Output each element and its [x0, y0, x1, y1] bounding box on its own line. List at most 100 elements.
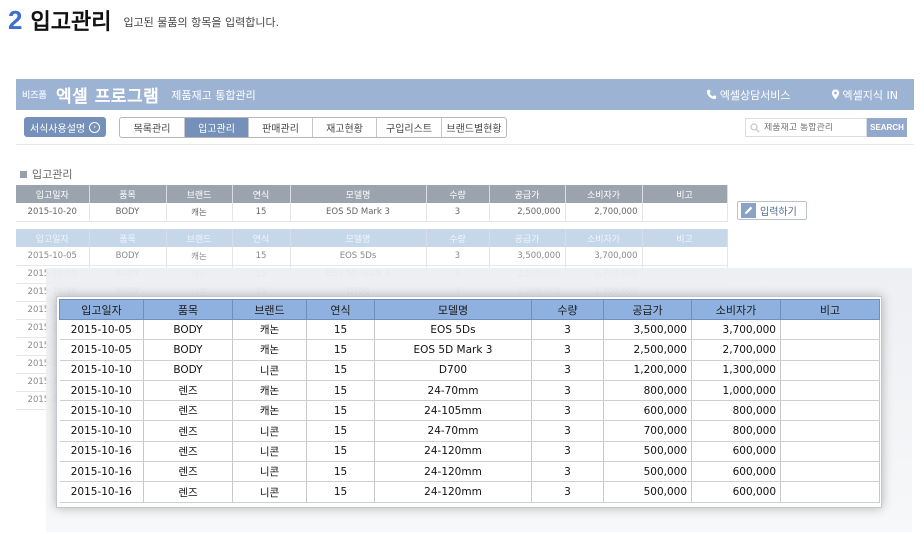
list-cell[interactable]: 3,700,000 [565, 247, 643, 266]
table-row[interactable]: 2015-10-16렌즈니콘1524-120mm3500,000600,000 [59, 461, 880, 483]
zoomed-cell[interactable] [780, 319, 880, 341]
input-form-col-header[interactable]: 브랜드 [166, 185, 233, 203]
tab-purchase-list[interactable]: 구입리스트 [377, 118, 442, 137]
zoomed-cell[interactable]: 니콘 [232, 420, 307, 442]
zoomed-cell[interactable]: 15 [306, 380, 375, 402]
zoomed-cell[interactable]: 800,000 [691, 420, 781, 442]
table-row[interactable]: 2015-10-16렌즈니콘1524-120mm3500,000600,000 [59, 481, 880, 503]
zoomed-col-header[interactable]: 입고일자 [59, 299, 144, 320]
zoomed-cell[interactable]: 600,000 [691, 481, 781, 503]
input-form-col-header[interactable]: 수량 [426, 185, 490, 203]
zoomed-cell[interactable]: BODY [143, 319, 233, 341]
zoomed-col-header[interactable]: 비고 [780, 299, 880, 320]
tab-brand-status[interactable]: 브랜드별현황 [442, 118, 506, 137]
zoomed-cell[interactable]: 15 [306, 481, 375, 503]
zoomed-cell[interactable]: 캐논 [232, 380, 307, 402]
zoomed-cell[interactable]: 24-120mm [374, 441, 532, 463]
zoomed-cell[interactable]: 2015-10-10 [59, 420, 144, 442]
list-cell[interactable]: 15 [232, 247, 291, 266]
input-form-col-header[interactable]: 소비자가 [565, 185, 643, 203]
zoomed-cell[interactable]: 1,200,000 [603, 360, 692, 381]
zoomed-col-header[interactable]: 품목 [143, 299, 233, 320]
zoomed-cell[interactable]: 24-70mm [374, 380, 532, 402]
zoomed-cell[interactable]: 2015-10-05 [59, 319, 144, 341]
list-col-header[interactable]: 소비자가 [565, 229, 643, 247]
zoomed-cell[interactable]: 2015-10-16 [59, 441, 144, 463]
zoomed-cell[interactable]: 니콘 [232, 461, 307, 483]
list-cell[interactable]: EOS 5Ds [290, 247, 427, 266]
zoomed-cell[interactable]: 24-120mm [374, 481, 532, 503]
zoomed-cell[interactable]: 500,000 [603, 481, 692, 503]
input-form-cell[interactable]: 3 [426, 203, 490, 222]
zoomed-cell[interactable]: 3 [531, 420, 604, 442]
table-row[interactable]: 2015-10-10렌즈캐논1524-70mm3800,0001,000,000 [59, 380, 880, 402]
zoomed-cell[interactable] [780, 360, 880, 381]
zoomed-cell[interactable]: 니콘 [232, 481, 307, 503]
zoomed-cell[interactable]: 15 [306, 441, 375, 463]
zoomed-cell[interactable]: 3 [531, 400, 604, 422]
zoomed-cell[interactable]: 15 [306, 400, 375, 422]
table-row[interactable]: 2015-10-10BODY니콘15D70031,200,0001,300,00… [59, 360, 880, 381]
input-form-cell[interactable]: 15 [232, 203, 291, 222]
zoomed-cell[interactable]: EOS 5D Mark 3 [374, 339, 532, 361]
zoomed-cell[interactable]: 니콘 [232, 441, 307, 463]
zoomed-cell[interactable]: 렌즈 [143, 461, 233, 483]
input-form-cell[interactable]: 2015-10-20 [16, 203, 90, 222]
zoomed-cell[interactable]: 1,000,000 [691, 380, 781, 402]
zoomed-cell[interactable]: 600,000 [691, 461, 781, 483]
tab-sales[interactable]: 판매관리 [249, 118, 313, 137]
list-col-header[interactable]: 비고 [642, 229, 728, 247]
zoomed-cell[interactable]: 500,000 [603, 441, 692, 463]
zoomed-cell[interactable]: 3 [531, 380, 604, 402]
tab-list-management[interactable]: 목록관리 [120, 118, 185, 137]
zoomed-cell[interactable]: 15 [306, 319, 375, 341]
zoomed-cell[interactable]: 15 [306, 360, 375, 381]
zoomed-cell[interactable]: 2015-10-10 [59, 400, 144, 422]
zoomed-cell[interactable]: 600,000 [603, 400, 692, 422]
table-row[interactable]: 2015-10-05BODY캐논15EOS 5D Mark 332,500,00… [59, 339, 880, 361]
table-row[interactable]: 2015-10-10렌즈니콘1524-70mm3700,000800,000 [59, 420, 880, 442]
zoomed-cell[interactable]: 500,000 [603, 461, 692, 483]
list-col-header[interactable]: 브랜드 [166, 229, 233, 247]
usage-guide-button[interactable]: 서식사용설명 › [24, 117, 106, 137]
zoomed-cell[interactable]: 600,000 [691, 441, 781, 463]
zoomed-cell[interactable]: 15 [306, 339, 375, 361]
zoomed-col-header[interactable]: 수량 [531, 299, 604, 320]
input-form-col-header[interactable]: 연식 [232, 185, 291, 203]
zoomed-cell[interactable]: 800,000 [603, 380, 692, 402]
zoomed-cell[interactable] [780, 441, 880, 463]
zoomed-cell[interactable]: 3 [531, 441, 604, 463]
zoomed-cell[interactable]: 렌즈 [143, 380, 233, 402]
zoomed-cell[interactable]: BODY [143, 360, 233, 381]
zoomed-cell[interactable]: 렌즈 [143, 400, 233, 422]
zoomed-cell[interactable]: 3 [531, 461, 604, 483]
zoomed-cell[interactable]: 2015-10-10 [59, 360, 144, 381]
zoomed-cell[interactable] [780, 461, 880, 483]
zoomed-cell[interactable] [780, 339, 880, 361]
input-submit-button[interactable]: 입력하기 [737, 201, 807, 220]
zoomed-cell[interactable]: 800,000 [691, 400, 781, 422]
zoomed-cell[interactable] [780, 481, 880, 503]
input-form-cell[interactable]: 2,500,000 [489, 203, 566, 222]
input-form-cell[interactable]: 2,700,000 [565, 203, 643, 222]
list-col-header[interactable]: 수량 [426, 229, 490, 247]
zoomed-cell[interactable]: 24-105mm [374, 400, 532, 422]
zoomed-col-header[interactable]: 연식 [306, 299, 375, 320]
zoomed-cell[interactable]: 렌즈 [143, 441, 233, 463]
table-row[interactable]: 2015-10-10렌즈캐논1524-105mm3600,000800,000 [59, 400, 880, 422]
list-col-header[interactable]: 공급가 [489, 229, 566, 247]
list-col-header[interactable]: 입고일자 [16, 229, 90, 247]
zoomed-cell[interactable]: 캐논 [232, 339, 307, 361]
list-col-header[interactable]: 연식 [232, 229, 291, 247]
zoomed-cell[interactable]: EOS 5Ds [374, 319, 532, 341]
zoomed-cell[interactable]: 3 [531, 481, 604, 503]
zoomed-cell[interactable]: 2,700,000 [691, 339, 781, 361]
search-input[interactable] [764, 122, 860, 133]
input-form-col-header[interactable]: 비고 [642, 185, 728, 203]
zoomed-cell[interactable]: 24-70mm [374, 420, 532, 442]
input-form-cell[interactable]: 캐논 [166, 203, 233, 222]
input-form-cell[interactable]: BODY [89, 203, 167, 222]
table-row[interactable]: 2015-10-05 BODY 캐논 15 EOS 5Ds 3 3,500,000 3,700… [59, 319, 880, 341]
excel-knowledge-link[interactable]: 엑셀지식 IN [831, 87, 898, 103]
zoomed-cell[interactable]: 24-120mm [374, 461, 532, 483]
